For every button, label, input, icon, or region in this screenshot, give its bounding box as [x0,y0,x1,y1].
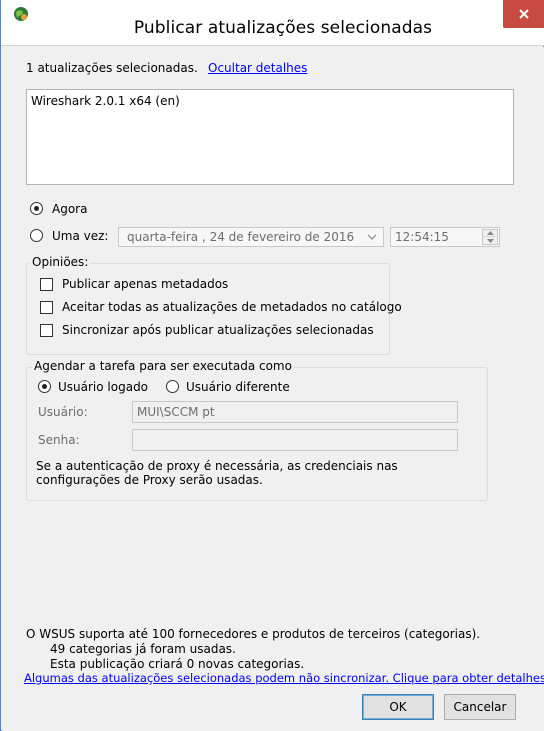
list-item[interactable]: Wireshark 2.0.1 x64 (en) [31,94,180,108]
publish-metadata-only-label: Publicar apenas metadados [62,277,229,291]
publish-metadata-only-checkbox[interactable] [40,278,53,291]
spin-down-icon[interactable] [483,237,497,244]
cancel-button[interactable]: Cancelar [444,694,516,720]
title-bar[interactable]: Publicar atualizações selecionadas [1,0,544,46]
logged-user-label: Usuário logado [58,380,149,394]
time-spinner[interactable] [482,229,498,245]
password-label: Senha: [38,433,80,447]
sync-after-publish-checkbox[interactable] [40,324,53,337]
ok-button[interactable]: OK [362,694,434,720]
once-radio[interactable] [30,229,43,242]
date-picker[interactable]: quarta-feira , 24 de fevereiro de 2016 [118,227,384,247]
user-field[interactable]: MUI\SCCM pt [132,401,458,423]
options-group-label: Opiniões: [30,255,91,269]
wsus-limit-text: O WSUS suporta até 100 fornecedores e pr… [26,627,481,641]
chevron-down-icon [367,234,377,240]
accept-metadata-updates-label: Aceitar todas as atualizações de metadad… [62,300,402,314]
dialog-content: 1 atualizações selecionadas. Ocultar det… [2,47,544,731]
hide-details-link[interactable]: Ocultar detalhes [208,61,307,75]
close-icon [519,9,529,19]
updates-list[interactable]: Wireshark 2.0.1 x64 (en) [26,89,514,185]
sync-after-publish-label: Sincronizar após publicar atualizações s… [62,323,374,337]
logged-user-radio[interactable] [38,380,51,393]
spin-up-icon[interactable] [483,230,497,237]
sync-warning-link[interactable]: Algumas das atualizações selecionadas po… [24,671,544,685]
run-as-group-label: Agendar a tarefa para ser executada como [32,359,294,373]
other-user-label: Usuário diferente [186,380,290,394]
other-user-radio[interactable] [166,380,179,393]
proxy-note: Se a autenticação de proxy é necessária,… [36,459,398,487]
categories-used-text: 49 categorias já foram usadas. [50,642,236,656]
once-label: Uma vez: [52,229,109,243]
time-value: 12:54:15 [395,230,449,244]
close-button[interactable] [503,0,544,28]
publish-dialog: Publicar atualizações selecionadas 1 atu… [0,0,544,731]
user-label: Usuário: [38,405,88,419]
date-value: quarta-feira , 24 de fevereiro de 2016 [127,230,355,244]
time-picker[interactable]: 12:54:15 [390,227,500,247]
accept-metadata-updates-checkbox[interactable] [40,301,53,314]
now-radio[interactable] [30,202,43,215]
selected-count-text: 1 atualizações selecionadas. [26,61,198,75]
new-categories-text: Esta publicação criará 0 novas categoria… [50,657,305,671]
now-label: Agora [52,202,88,216]
user-value: MUI\SCCM pt [137,405,215,419]
password-field[interactable] [132,429,458,451]
window-title: Publicar atualizações selecionadas [133,18,433,38]
